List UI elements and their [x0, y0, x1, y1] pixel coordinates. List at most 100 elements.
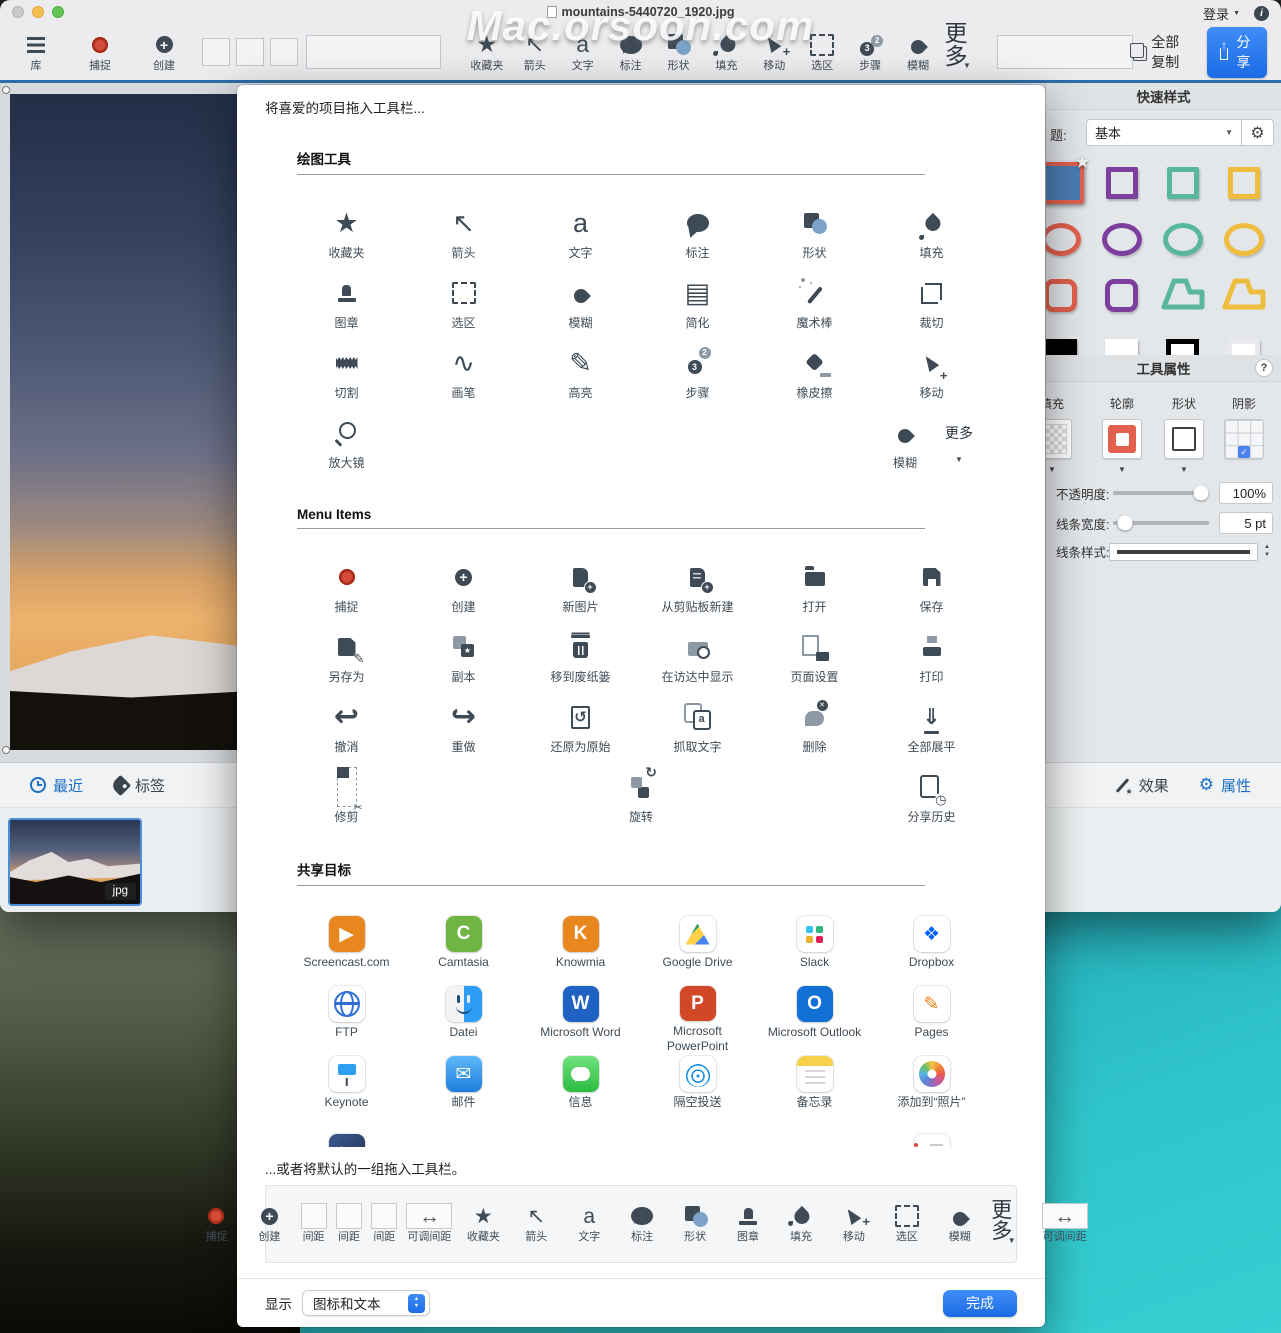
palette-item-mail[interactable]: ✉邮件 — [405, 1054, 522, 1124]
toolbar-item-create[interactable]: 创建 — [142, 31, 186, 74]
recent-thumbnail[interactable]: jpg — [8, 818, 142, 906]
toolbar-item-selection[interactable]: 选区 — [801, 31, 844, 74]
palette-item-capture[interactable]: 捕捉 — [288, 557, 405, 627]
default-set-item-flex-spacer[interactable]: ↔可调间距 — [407, 1203, 452, 1245]
palette-item-callout[interactable]: 标注 — [639, 203, 756, 273]
toolbar-item-fill[interactable]: 填充 — [705, 31, 748, 74]
default-set-item-flex-spacer[interactable]: ↔可调间距 — [1042, 1203, 1087, 1245]
toolbar-item-library[interactable]: 库 — [14, 31, 58, 74]
palette-item-arrow[interactable]: ↖箭头 — [405, 203, 522, 273]
minimize-button[interactable] — [32, 6, 44, 18]
default-set-item-arrow[interactable]: ↖箭头 — [515, 1203, 558, 1245]
palette-item-pages[interactable]: ✎Pages — [873, 984, 990, 1054]
tab-effects[interactable]: 效果 — [1114, 775, 1169, 796]
toolbar-item-more[interactable]: 更多▼ — [944, 31, 989, 74]
palette-item-move[interactable]: 移动 — [873, 343, 990, 413]
selection-handle[interactable] — [2, 86, 10, 94]
tab-tags[interactable]: 标签 — [113, 775, 165, 796]
shadow-position-grid[interactable] — [1224, 419, 1264, 459]
style-swatch-square[interactable] — [1106, 167, 1138, 199]
stepper-control[interactable]: ▲ ▼ — [1261, 544, 1273, 558]
style-swatch-polygon[interactable] — [1161, 276, 1205, 315]
palette-item-rotate[interactable]: 旋转 — [619, 767, 663, 837]
palette-item-magnify[interactable]: 放大镜 — [288, 413, 405, 483]
line-style-dropdown[interactable] — [1109, 543, 1258, 561]
outline-swatch-dropdown[interactable] — [1102, 419, 1142, 459]
palette-item-screencast[interactable]: ▶Screencast.com — [288, 914, 405, 984]
palette-item-page-setup[interactable]: 页面设置 — [756, 627, 873, 697]
style-swatch-polygon[interactable] — [1222, 276, 1266, 315]
style-swatch-rounded[interactable] — [1045, 279, 1077, 312]
style-swatch-white[interactable] — [1105, 339, 1138, 356]
palette-item-slack[interactable]: Slack — [756, 914, 873, 984]
tab-properties[interactable]: ⚙ 属性 — [1199, 775, 1251, 796]
palette-item-knowmia[interactable]: KKnowmia — [522, 914, 639, 984]
palette-item-grab-text[interactable]: 抓取文字 — [639, 697, 756, 767]
default-set-item-capture[interactable]: 捕捉 — [195, 1203, 238, 1245]
close-button[interactable] — [12, 6, 24, 18]
palette-item-ftp[interactable]: FTP — [288, 984, 405, 1054]
style-swatch-circle[interactable] — [1224, 223, 1264, 256]
palette-item-cutout[interactable]: 切割 — [288, 343, 405, 413]
palette-item-fill[interactable]: 填充 — [873, 203, 990, 273]
share-button[interactable]: 分享 — [1207, 27, 1267, 78]
toolbar-item-capture[interactable]: 捕捉 — [78, 31, 122, 74]
palette-item-show-in-finder[interactable]: 在访达中显示 — [639, 627, 756, 697]
palette-item-redo[interactable]: ↪重做 — [405, 697, 522, 767]
palette-item-blur[interactable]: 模糊 — [883, 413, 927, 483]
default-set-item-shape[interactable]: 形状 — [674, 1203, 717, 1245]
dialog-scroll-area[interactable]: 绘图工具 ★收藏夹↖箭头a文字标注形状填充图章选区模糊▤简化魔术棒裁切切割∿画笔… — [237, 130, 1045, 1147]
palette-item-photos[interactable]: 添加到“照片” — [873, 1054, 990, 1124]
shape-swatch-dropdown[interactable] — [1164, 419, 1204, 459]
style-swatch-circle[interactable] — [1163, 223, 1203, 256]
palette-item-create[interactable]: 创建 — [405, 557, 522, 627]
zoom-button[interactable] — [52, 6, 64, 18]
palette-item-delete[interactable]: 删除 — [756, 697, 873, 767]
default-set-item-spacer[interactable]: 间距 — [372, 1203, 397, 1245]
default-set-item-move[interactable]: 移动 — [832, 1203, 875, 1245]
palette-item-flatten[interactable]: ⇓全部展平 — [873, 697, 990, 767]
style-swatch-black[interactable] — [1045, 339, 1077, 356]
default-set-item-fill[interactable]: 填充 — [780, 1203, 823, 1245]
palette-item-new-image[interactable]: 新图片 — [522, 557, 639, 627]
theme-dropdown[interactable]: 基本 ▼ — [1086, 119, 1242, 146]
palette-item-powerpoint[interactable]: PMicrosoft PowerPoint — [639, 984, 756, 1054]
toolbar-item-shape[interactable]: 形状 — [657, 31, 700, 74]
toolbar-flexible-spacer[interactable] — [306, 35, 441, 69]
style-swatch-black-outline[interactable] — [1166, 339, 1199, 356]
style-swatch-circle[interactable] — [1102, 223, 1142, 256]
palette-item-new-from-clipboard[interactable]: 从剪贴板新建 — [639, 557, 756, 627]
palette-item-keynote[interactable]: Keynote — [288, 1054, 405, 1124]
palette-item-favorites-star[interactable]: ★收藏夹 — [288, 203, 405, 273]
default-set-item-favorites-star[interactable]: ★收藏夹 — [462, 1203, 505, 1245]
palette-item-undo[interactable]: ↩撤消 — [288, 697, 405, 767]
style-swatch-circle[interactable] — [1045, 223, 1081, 256]
style-swatch-light-outline[interactable] — [1227, 339, 1260, 356]
palette-item-airdrop[interactable]: 隔空投送 — [639, 1054, 756, 1124]
gear-icon[interactable]: ⚙ — [1242, 119, 1274, 146]
info-icon[interactable]: i — [1254, 6, 1269, 21]
line-width-slider[interactable] — [1113, 521, 1209, 525]
toolbar-item-callout[interactable]: 标注 — [609, 31, 652, 74]
palette-item-save[interactable]: 保存 — [873, 557, 990, 627]
palette-item-highlight[interactable]: ✎高亮 — [522, 343, 639, 413]
palette-item-messages[interactable]: 信息 — [522, 1054, 639, 1124]
palette-item-app-partial-1[interactable] — [288, 1124, 405, 1147]
style-swatch-rounded[interactable] — [1105, 279, 1138, 312]
palette-item-more[interactable]: 更多▼ — [945, 413, 973, 483]
toolbar-spacer[interactable] — [236, 38, 264, 66]
toolbar-flexible-spacer[interactable] — [997, 35, 1132, 69]
palette-item-share-history[interactable]: 分享历史 — [873, 767, 990, 837]
toolbar-spacer[interactable] — [202, 38, 230, 66]
palette-item-camtasia[interactable]: CCamtasia — [405, 914, 522, 984]
palette-item-blur[interactable]: 模糊 — [522, 273, 639, 343]
default-set-item-callout[interactable]: 标注 — [621, 1203, 664, 1245]
toolbar-item-favorites-star[interactable]: ★收藏夹 — [465, 31, 508, 74]
default-set-item-text[interactable]: a文字 — [568, 1203, 611, 1245]
style-swatch-square[interactable] — [1167, 167, 1199, 199]
palette-item-text[interactable]: a文字 — [522, 203, 639, 273]
palette-item-simplify[interactable]: ▤简化 — [639, 273, 756, 343]
palette-item-duplicate[interactable]: 副本 — [405, 627, 522, 697]
palette-item-revert[interactable]: ↺还原为原始 — [522, 697, 639, 767]
palette-item-trim[interactable]: 修剪 — [288, 767, 405, 837]
